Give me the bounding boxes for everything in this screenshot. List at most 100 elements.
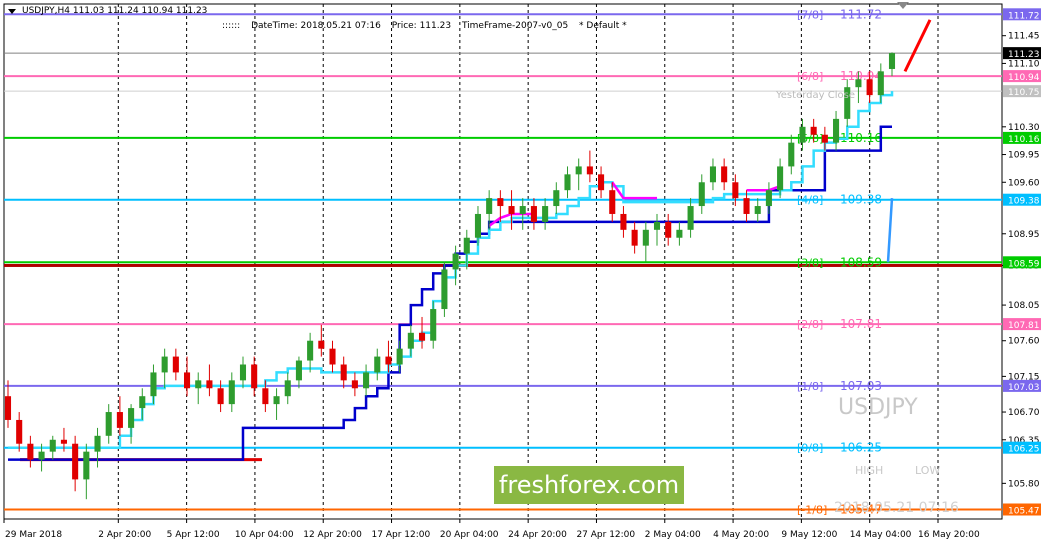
symbol-timeframe: USDJPY,H4 <box>22 6 70 16</box>
candle-body <box>777 166 784 191</box>
candle-body <box>363 372 370 389</box>
candle-body <box>452 253 459 270</box>
x-tick-label: 12 Apr 20:00 <box>303 530 362 540</box>
candle-body <box>620 213 627 230</box>
candle-body <box>709 166 717 183</box>
candle-body <box>463 237 470 254</box>
murrey-level-value: 108.59 <box>840 255 882 269</box>
candle-body <box>351 380 358 389</box>
murrey-level-value: 107.81 <box>840 317 882 331</box>
candle-body <box>866 79 873 96</box>
shift-chart-marker-icon[interactable] <box>897 2 909 9</box>
high-label: HIGH <box>855 464 884 477</box>
x-tick-label: 2 May 04:00 <box>645 530 701 540</box>
candle-body <box>128 408 135 428</box>
candle-body <box>821 134 828 143</box>
indicator-info-line: :::::: DateTime: 2018.05.21 07:16 Price:… <box>222 21 635 31</box>
price-tag-label: 110.94 <box>1008 73 1040 83</box>
candle-body <box>765 190 772 207</box>
info-datetime: DateTime: 2018.05.21 07:16 <box>251 21 381 31</box>
y-tick-label: 105.80 <box>1008 479 1040 489</box>
candle-body <box>49 439 56 452</box>
candle-body <box>38 451 45 460</box>
dropdown-triangle-icon[interactable] <box>8 9 16 14</box>
murrey-level-name: [4/8] <box>797 194 823 207</box>
candle-body <box>407 332 414 349</box>
price-tag-label: 107.81 <box>1008 321 1040 331</box>
candle-body <box>139 396 146 409</box>
candle-body <box>385 356 392 365</box>
candle-body <box>295 360 302 381</box>
candle-body <box>665 221 672 238</box>
candle-body <box>195 380 202 389</box>
candle-body <box>508 206 515 214</box>
candle-body <box>150 372 157 397</box>
candle-body <box>810 126 817 135</box>
candle-body <box>743 198 750 214</box>
candle-body <box>732 182 739 199</box>
candle-body <box>474 213 482 238</box>
murrey-level-value: 109.38 <box>840 193 882 207</box>
candle-body <box>183 372 191 389</box>
candle-body <box>116 412 123 428</box>
candle-body <box>4 396 12 420</box>
candle-body <box>877 71 884 96</box>
y-tick-label: 109.95 <box>1008 151 1040 161</box>
x-tick-label: 4 May 20:00 <box>713 530 769 540</box>
price-tag-label: 110.75 <box>1008 88 1040 98</box>
price-tag-label: 111.72 <box>1008 11 1040 21</box>
info-default: * Default * <box>579 21 627 31</box>
symbol-watermark: USDJPY <box>838 395 918 420</box>
candle-body <box>497 198 504 207</box>
murrey-level-value: 111.72 <box>840 7 882 21</box>
candle-body <box>687 206 694 230</box>
freshforex-watermark: freshforex.com <box>494 466 684 504</box>
y-tick-label: 111.45 <box>1008 32 1040 42</box>
candle-body <box>542 206 549 222</box>
price-tag-label: 106.25 <box>1008 445 1040 455</box>
murrey-level-name: [6/8] <box>797 70 823 83</box>
x-tick-label: 17 Apr 12:00 <box>372 530 431 540</box>
candle-body <box>340 364 347 381</box>
candle-body <box>228 380 235 405</box>
candle-body <box>631 229 638 246</box>
candle-body <box>27 443 34 460</box>
y-tick-label: 106.70 <box>1008 408 1040 418</box>
candle-body <box>60 439 67 444</box>
candle-body <box>83 451 90 480</box>
x-tick-label: 9 May 12:00 <box>781 530 837 540</box>
candle-body <box>586 166 593 175</box>
candle-body <box>172 356 179 373</box>
candle-body <box>721 166 728 183</box>
murrey-level-name: [1/8] <box>797 380 823 393</box>
candle-body <box>833 118 840 143</box>
price-tag-label: 111.23 <box>1008 50 1040 60</box>
price-tag-label: 108.59 <box>1008 259 1040 269</box>
candle-body <box>653 221 661 230</box>
candle-body <box>754 206 761 214</box>
ohlc-values: 111.03 111.24 110.94 111.23 <box>72 6 208 16</box>
candle-body <box>788 142 795 167</box>
price-tag-label: 105.47 <box>1008 506 1040 516</box>
murrey-level-name: [-1/8] <box>797 503 827 516</box>
candle-body <box>16 419 23 444</box>
y-tick-label: 108.95 <box>1008 230 1040 240</box>
murrey-level-value: 107.03 <box>840 379 882 393</box>
murrey-level-name: [0/8] <box>797 442 823 455</box>
y-tick-label: 108.05 <box>1008 301 1040 311</box>
candle-body <box>206 380 213 389</box>
candle-body <box>553 190 560 207</box>
candle-body <box>318 340 325 349</box>
candle-body <box>564 174 571 191</box>
yesterday-close-label: Yesterday Close <box>776 90 855 101</box>
candle-body <box>161 356 168 373</box>
candle-body <box>374 356 381 373</box>
info-price: Price: 111.23 <box>391 21 452 31</box>
x-tick-label: 16 May 20:00 <box>918 530 980 540</box>
x-tick-label: 2 Apr 20:00 <box>98 530 151 540</box>
candle-body <box>575 166 582 175</box>
y-tick-label: 109.60 <box>1008 178 1040 188</box>
candle-body <box>486 198 493 214</box>
x-tick-label: 29 Mar 2018 <box>5 530 62 540</box>
info-timeframe: TimeFrame-2007-v0_05 <box>461 21 569 31</box>
